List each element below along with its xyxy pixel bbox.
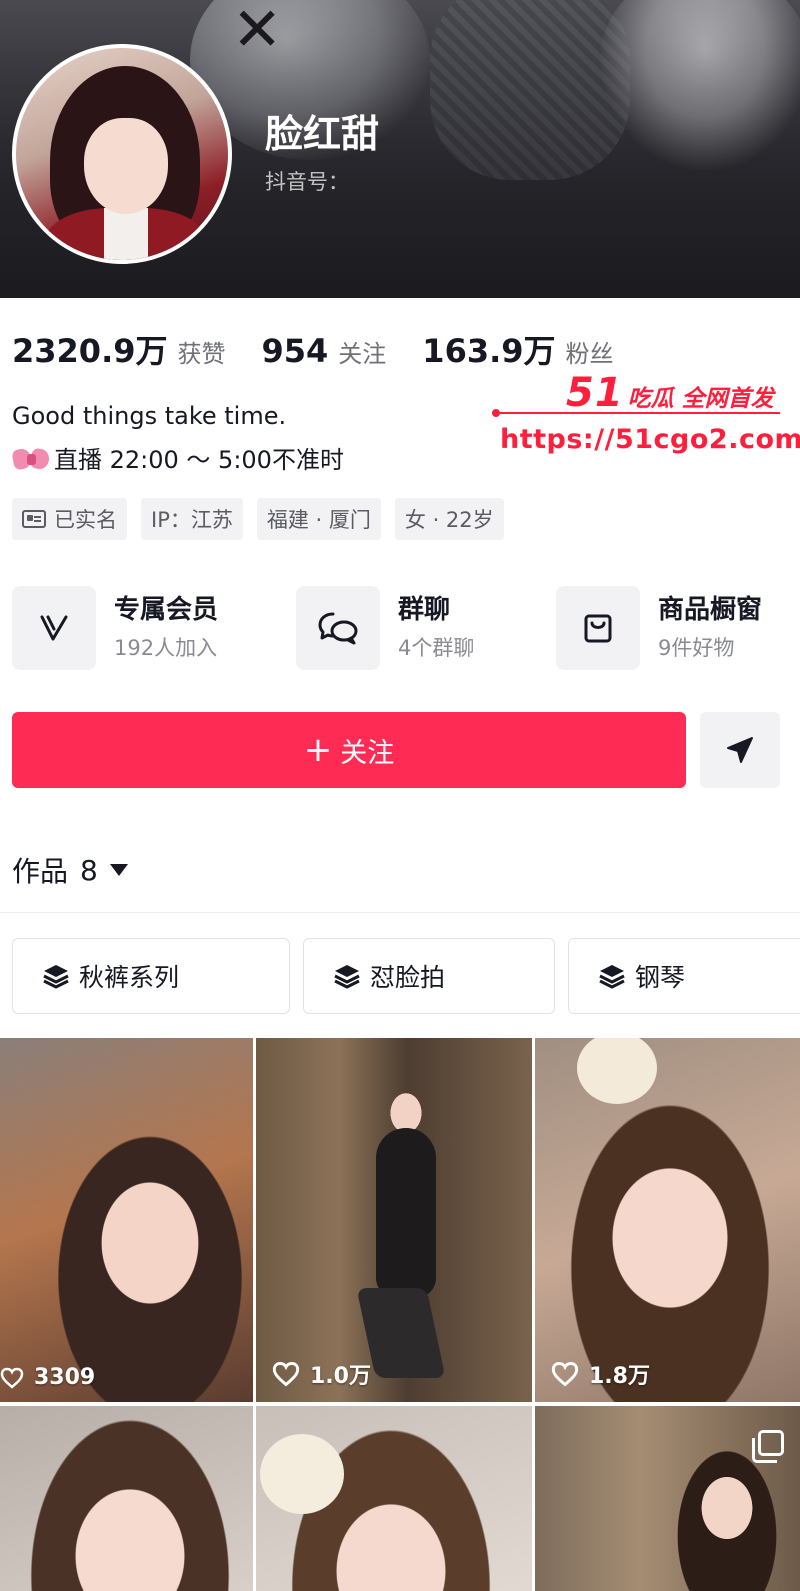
like-count-value: 3309 [34, 1365, 96, 1390]
watermark-brand-text: 吃瓜 全网首发 [627, 386, 774, 412]
works-count: 8 [80, 853, 98, 887]
feature-title: 专属会员 [114, 595, 219, 625]
works-label: 作品 [12, 855, 69, 888]
heart-icon [272, 1362, 300, 1387]
profile-name: 脸红甜 [265, 112, 380, 156]
stat-value: 954 [261, 332, 329, 370]
like-count-value: 1.8万 [589, 1364, 650, 1389]
collections-row: 秋裤系列 怼脸拍 钢琴 [12, 938, 800, 1014]
collection-chip[interactable]: 钢琴 [568, 938, 800, 1014]
collection-chip[interactable]: 怼脸拍 [303, 938, 555, 1014]
bio-line-1: Good things take time. [12, 402, 287, 430]
send-arrow-icon [727, 737, 753, 763]
profile-id[interactable]: 抖音号： [265, 168, 349, 196]
heart-icon [0, 1367, 24, 1389]
like-count: 1.0万 [272, 1358, 371, 1390]
video-thumbnail[interactable] [535, 1406, 800, 1591]
stat-likes[interactable]: 2320.9万 获赞 [12, 326, 226, 372]
collection-label: 钢琴 [635, 963, 686, 992]
stat-value: 2320.9万 [12, 332, 168, 370]
profile-header: ✕ 脸红甜 抖音号： [0, 0, 800, 298]
stat-label: 粉丝 [565, 340, 614, 368]
feature-shop-window[interactable]: 商品橱窗 9件好物 [556, 586, 762, 670]
id-card-icon [22, 510, 46, 528]
video-thumbnail[interactable] [256, 1406, 532, 1591]
feature-subtitle: 192人加入 [114, 636, 218, 660]
plus-icon: + [303, 730, 333, 770]
multi-image-icon [752, 1430, 784, 1463]
tag-gender-age: 女 · 22岁 [394, 498, 504, 540]
profile-tags: 已实名 IP：江苏 福建 · 厦门 女 · 22岁 [12, 498, 518, 540]
stat-label: 获赞 [177, 340, 226, 368]
layers-icon [334, 965, 360, 989]
video-thumbnail[interactable] [0, 1406, 253, 1591]
stat-following[interactable]: 954 关注 [262, 332, 387, 370]
stats-row: 2320.9万 获赞 954 关注 163.9万 粉丝 [12, 326, 650, 372]
stat-value: 163.9万 [422, 332, 556, 370]
works-tab[interactable]: 作品 8 [12, 850, 128, 890]
collection-label: 秋裤系列 [79, 963, 180, 992]
ribbon-bow-icon [12, 445, 50, 475]
membership-v-icon [12, 586, 96, 670]
shopping-bag-icon [556, 586, 640, 670]
video-thumbnail[interactable]: 3309 [0, 1038, 253, 1402]
stat-label: 关注 [338, 340, 387, 368]
bio-line-2-text: 直播 22:00 ～ 5:00不准时 [54, 446, 344, 474]
tag-label: 福建 · 厦门 [266, 508, 371, 532]
feature-group-chat[interactable]: 群聊 4个群聊 [296, 586, 474, 670]
chat-bubbles-icon [296, 586, 380, 670]
tag-verified[interactable]: 已实名 [12, 498, 127, 540]
divider [0, 912, 800, 913]
feature-title: 群聊 [398, 595, 451, 625]
tag-label: 女 · 22岁 [404, 508, 494, 532]
avatar[interactable] [12, 44, 232, 264]
like-count: 3309 [0, 1365, 95, 1390]
caret-down-icon [109, 864, 128, 876]
feature-title: 商品橱窗 [658, 595, 763, 625]
feature-membership[interactable]: 专属会员 192人加入 [12, 586, 218, 670]
bio-line-2: 直播 22:00 ～ 5:00不准时 [12, 442, 344, 478]
tag-location[interactable]: 福建 · 厦门 [256, 498, 381, 540]
tag-label: 已实名 [54, 508, 117, 532]
like-count-value: 1.0万 [310, 1364, 371, 1389]
layers-icon [599, 965, 625, 989]
feature-subtitle: 9件好物 [658, 636, 735, 660]
follow-label: 关注 [340, 737, 395, 769]
watermark-line [492, 409, 780, 417]
feature-subtitle: 4个群聊 [398, 636, 475, 660]
collection-chip[interactable]: 秋裤系列 [12, 938, 290, 1014]
collection-label: 怼脸拍 [370, 963, 446, 992]
follow-button[interactable]: + 关注 [12, 712, 686, 788]
watermark-brand: 51 吃瓜 全网首发 [566, 370, 774, 416]
send-message-button[interactable] [700, 712, 780, 788]
video-thumbnail[interactable]: 1.8万 [535, 1038, 800, 1402]
like-count: 1.8万 [551, 1358, 650, 1390]
heart-icon [551, 1362, 579, 1387]
layers-icon [43, 965, 69, 989]
tag-label: IP：江苏 [151, 508, 233, 532]
watermark-url: https://51cgo2.com [500, 424, 800, 455]
tag-ip: IP：江苏 [141, 498, 243, 540]
stat-followers[interactable]: 163.9万 粉丝 [422, 326, 613, 372]
watermark-brand-number: 51 [566, 370, 624, 416]
video-grid: 3309 1.0万 1.8万 [0, 1038, 800, 1591]
video-thumbnail[interactable]: 1.0万 [256, 1038, 532, 1402]
